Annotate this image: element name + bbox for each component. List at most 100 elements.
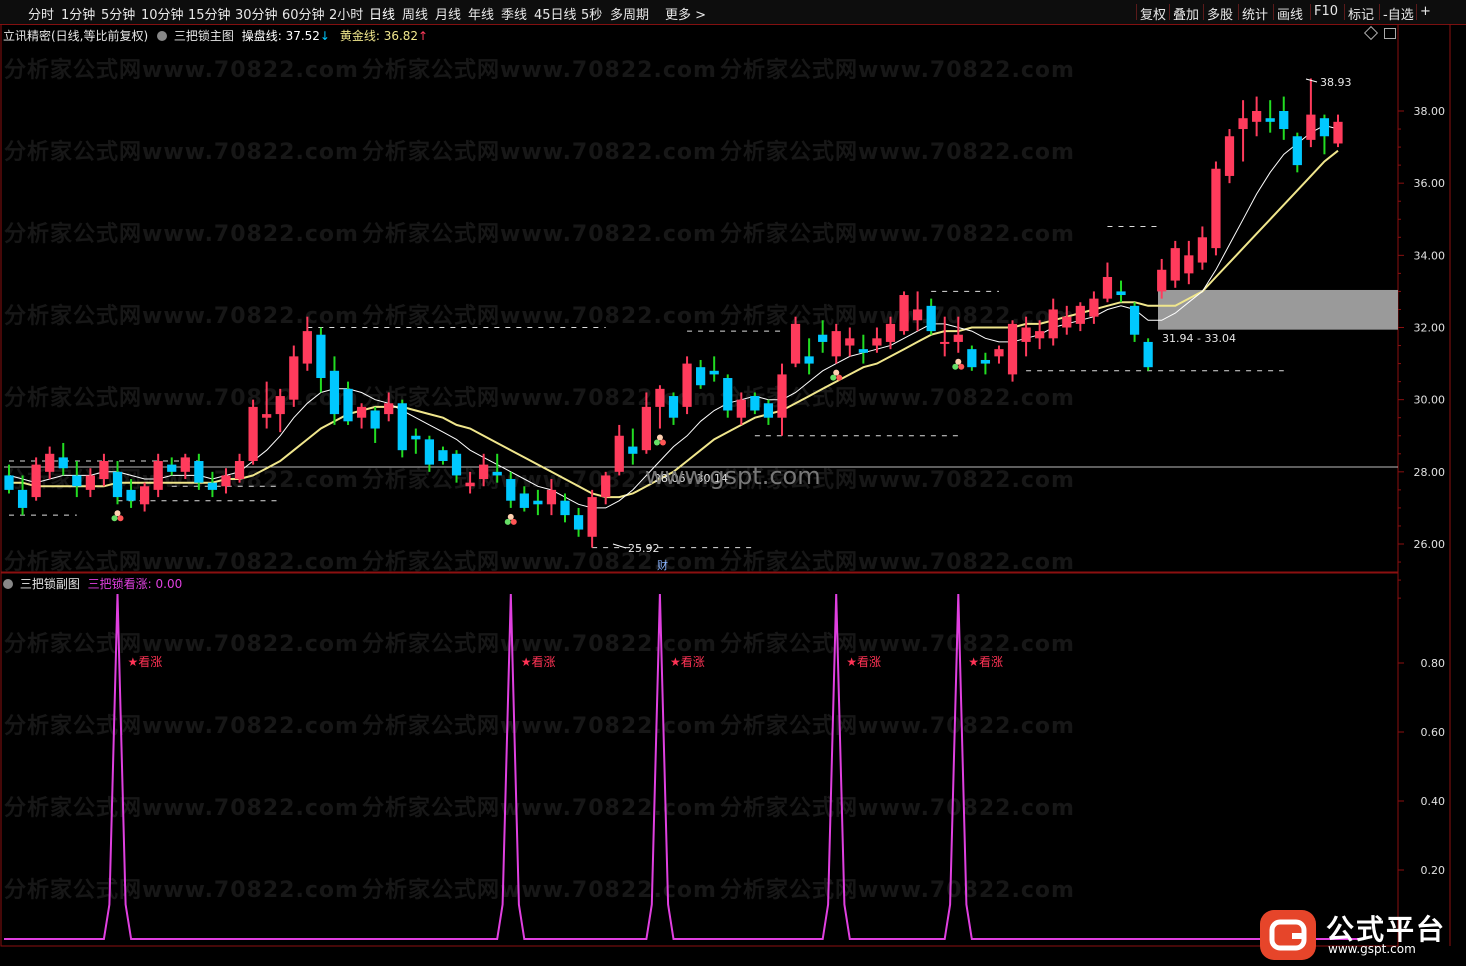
- candle-28: [384, 392, 394, 422]
- candle-46: [628, 428, 638, 465]
- candle-body: [858, 349, 868, 353]
- line2-label: 黄金线:: [339, 29, 380, 43]
- candle-69: [940, 316, 950, 357]
- toolbar-action-0[interactable]: 复权: [1140, 4, 1166, 23]
- candle-body: [546, 489, 557, 505]
- toolbar-action-5[interactable]: F10: [1314, 4, 1338, 19]
- candle-53: [723, 374, 733, 418]
- candle-27: [370, 406, 380, 443]
- chart-canvas[interactable]: 38.00 36.00 34.00 32.00 30.00 28.00 26.00 38.9…: [0, 24, 1466, 966]
- period-tab-10[interactable]: 月线: [435, 4, 461, 23]
- period-tab-3[interactable]: 10分钟: [141, 4, 184, 23]
- candle-body: [831, 331, 841, 357]
- period-tab-4[interactable]: 15分钟: [188, 4, 231, 23]
- candle-25: [343, 381, 353, 425]
- toolbar-separator: [1203, 4, 1204, 20]
- toolbar-action-1[interactable]: 叠加: [1173, 4, 1199, 23]
- candle-body: [1102, 276, 1113, 299]
- candle-body: [58, 457, 68, 469]
- period-tab-14[interactable]: 5秒: [581, 4, 602, 23]
- marker-dot: [507, 513, 514, 520]
- toolbar-action-4[interactable]: 画线: [1277, 4, 1303, 23]
- candle-body: [356, 406, 367, 418]
- period-tab-0[interactable]: 分时: [28, 4, 54, 23]
- candle-body: [167, 464, 177, 472]
- candle-81: [1102, 262, 1113, 303]
- marker-dot: [117, 515, 124, 522]
- candle-38: [519, 486, 529, 512]
- period-tab-16[interactable]: 更多 >: [665, 4, 706, 23]
- main-tick-label: 28.00: [1414, 466, 1446, 479]
- period-tab-1[interactable]: 1分钟: [61, 4, 95, 23]
- candle-body: [614, 435, 624, 472]
- period-tab-8[interactable]: 日线: [369, 4, 395, 23]
- candle-body: [750, 396, 760, 411]
- collapse-icon[interactable]: [3, 579, 13, 589]
- candle-body: [370, 410, 380, 429]
- candle-71: [967, 345, 977, 371]
- candle-body: [329, 370, 340, 415]
- candle-body: [1089, 298, 1099, 317]
- candle-23: [316, 327, 326, 393]
- candle-10: [140, 482, 150, 512]
- candle-body: [248, 406, 258, 462]
- line2-value: 36.82: [383, 29, 419, 43]
- period-tab-11[interactable]: 年线: [468, 4, 494, 23]
- candle-body: [343, 388, 353, 422]
- candle-body: [1170, 248, 1180, 281]
- candle-body: [1224, 136, 1235, 176]
- toolbar-action-3[interactable]: 统计: [1242, 4, 1268, 23]
- candle-34: [465, 471, 475, 494]
- indicator-name[interactable]: 三把锁主图: [174, 29, 234, 43]
- candle-body: [1075, 305, 1085, 324]
- candle-body: [1116, 291, 1126, 296]
- candle-body: [1279, 111, 1289, 130]
- period-tab-9[interactable]: 周线: [402, 4, 428, 23]
- signal-marker-icon: [830, 369, 843, 381]
- candle-78: [1062, 305, 1072, 335]
- toolbar-action-7[interactable]: -自选: [1383, 4, 1414, 23]
- logo-url: www.gspt.com: [1328, 942, 1416, 956]
- signal-marker-icon: [653, 434, 666, 446]
- period-tab-5[interactable]: 30分钟: [235, 4, 278, 23]
- bullish-signal-label: ★看涨: [670, 654, 705, 669]
- box-range-label: 31.94 - 33.04: [1162, 332, 1236, 345]
- toolbar-action-6[interactable]: 标记: [1348, 4, 1374, 23]
- candle-12: [167, 457, 177, 476]
- candle-body: [1021, 327, 1031, 342]
- sub-title[interactable]: 三把锁副图: [20, 577, 80, 591]
- bullish-signal-label: ★看涨: [521, 654, 556, 669]
- period-tab-6[interactable]: 60分钟: [282, 4, 325, 23]
- collapse-icon[interactable]: [157, 31, 168, 41]
- candle-66: [899, 291, 909, 335]
- candle-63: [858, 334, 868, 364]
- candle-body: [899, 295, 909, 332]
- candle-56: [763, 399, 774, 425]
- period-tab-13[interactable]: 45日线: [534, 4, 577, 23]
- candle-body: [45, 453, 55, 472]
- candle-body: [682, 363, 692, 407]
- main-y-axis: 38.00 36.00 34.00 32.00 30.00 28.00 26.00: [1398, 105, 1446, 599]
- period-tab-12[interactable]: 季线: [501, 4, 527, 23]
- candle-body: [180, 457, 190, 472]
- candle-62: [845, 327, 855, 357]
- candle-body: [153, 461, 163, 490]
- period-tab-2[interactable]: 5分钟: [101, 4, 135, 23]
- marker-dot: [114, 510, 121, 517]
- gspt-logo: 公式平台 www.gspt.com: [1258, 906, 1458, 962]
- candle-body: [31, 464, 41, 498]
- high-price-label: 38.93: [1320, 76, 1352, 89]
- candle-body: [1007, 323, 1018, 375]
- restore-window-icon[interactable]: [1384, 28, 1396, 39]
- toolbar-action-2[interactable]: 多股: [1207, 4, 1233, 23]
- logo-mark-icon: [1260, 910, 1316, 960]
- candle-body: [709, 370, 719, 375]
- toolbar-action-8[interactable]: +: [1420, 4, 1431, 19]
- period-tab-15[interactable]: 多周期: [610, 4, 649, 23]
- candle-87: [1184, 240, 1194, 285]
- period-tab-7[interactable]: 2小时: [329, 4, 363, 23]
- candle-82: [1116, 280, 1126, 303]
- sub-tick-label: 0.20: [1421, 864, 1446, 877]
- candle-64: [872, 327, 882, 353]
- finance-marker-label: 财: [657, 558, 668, 572]
